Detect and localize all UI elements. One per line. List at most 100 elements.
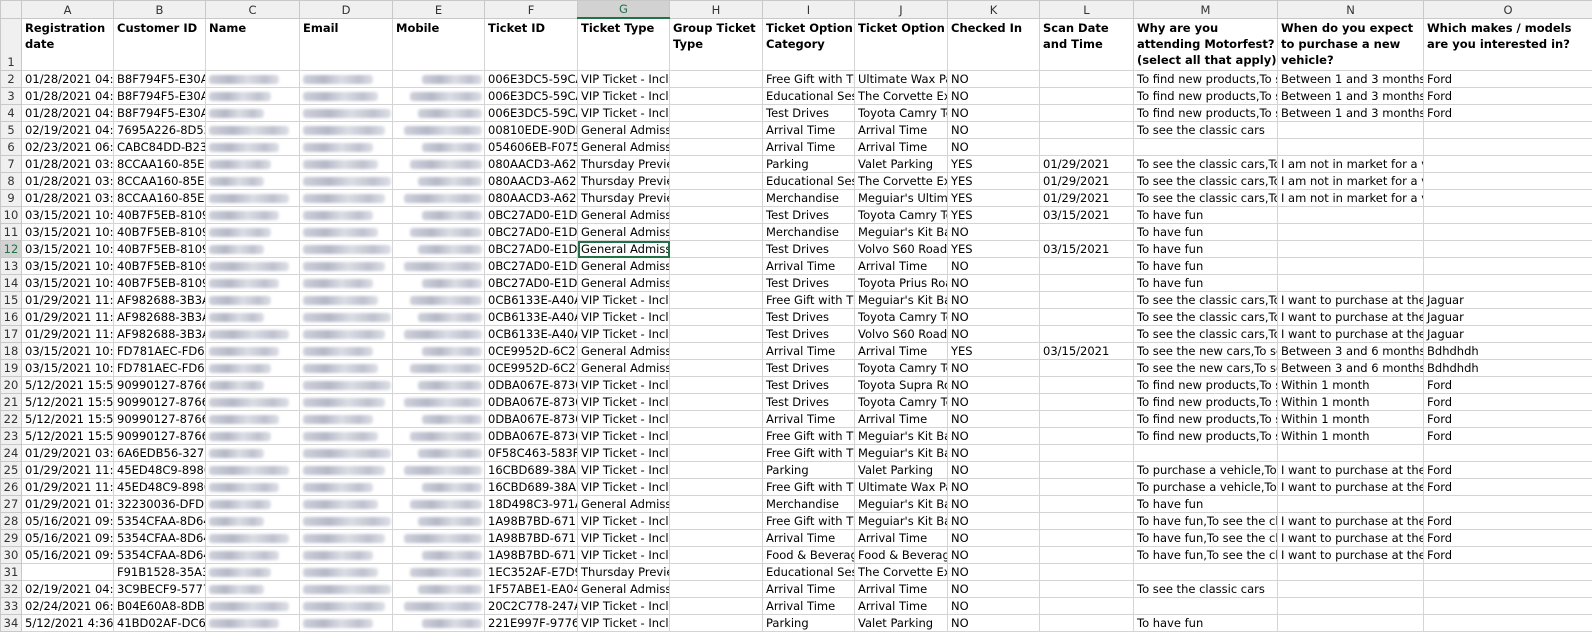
cell-j[interactable]: Toyota Camry Tes [855,207,948,224]
cell-f[interactable]: 0DBA067E-8730-4 [485,411,578,428]
redacted-cell[interactable] [300,581,393,598]
header-cell[interactable]: Ticket Option Category [763,18,855,71]
cell-k[interactable]: YES [948,190,1040,207]
redacted-cell[interactable] [206,445,300,462]
redacted-cell[interactable] [300,309,393,326]
cell-l[interactable] [1040,411,1134,428]
redacted-cell[interactable] [300,615,393,632]
cell-l[interactable] [1040,394,1134,411]
cell-j[interactable]: Arrival Time [855,258,948,275]
cell-g[interactable]: VIP Ticket - Includes Road Tests & [578,428,670,445]
cell-f[interactable]: 0CB6133E-A40A-4E [485,292,578,309]
cell-m[interactable]: To find new products,To se [1134,377,1278,394]
cell-f[interactable]: 006E3DC5-59CA-4E [485,88,578,105]
cell-n[interactable]: I want to purchase at the S [1278,326,1424,343]
cell-i[interactable]: Free Gift with Tic [763,513,855,530]
cell-f[interactable]: 0BC27AD0-E1D5-4 [485,207,578,224]
cell-m[interactable]: To have fun [1134,615,1278,632]
cell-a[interactable]: 01/29/2021 11:45 [22,309,114,326]
cell-f[interactable]: 006E3DC5-59CA-4E [485,105,578,122]
cell-m[interactable]: To have fun [1134,275,1278,292]
redacted-cell[interactable] [206,71,300,88]
cell-k[interactable]: NO [948,139,1040,156]
cell-a[interactable]: 05/16/2021 09:47 [22,513,114,530]
cell-m[interactable]: To find new products,To se [1134,394,1278,411]
row-header[interactable]: 9 [1,190,22,207]
cell-j[interactable]: Toyota Prius Roa [855,275,948,292]
row-header[interactable]: 3 [1,88,22,105]
cell-k[interactable]: NO [948,411,1040,428]
cell-o[interactable]: Ford [1424,411,1592,428]
cell-k[interactable]: NO [948,598,1040,615]
redacted-cell[interactable] [393,496,485,513]
cell-b[interactable]: 5354CFAA-8D64-4 [114,547,206,564]
redacted-cell[interactable] [300,173,393,190]
cell-o[interactable]: Jaguar [1424,309,1592,326]
cell-g[interactable]: Thursday Preview Pass [578,190,670,207]
column-header-i[interactable]: I [763,1,855,19]
cell-b[interactable]: B8F794F5-E30A-45 [114,105,206,122]
cell-m[interactable]: To have fun,To see the clas [1134,547,1278,564]
redacted-cell[interactable] [206,411,300,428]
cell-j[interactable]: Volvo S60 Road T [855,241,948,258]
cell-l[interactable] [1040,122,1134,139]
row-header[interactable]: 26 [1,479,22,496]
cell-k[interactable]: NO [948,564,1040,581]
cell-j[interactable]: Meguiar's Kit Bag [855,496,948,513]
header-cell[interactable]: Email [300,18,393,71]
cell-n[interactable]: Between 1 and 3 months [1278,88,1424,105]
redacted-cell[interactable] [300,190,393,207]
cell-h[interactable] [670,309,763,326]
cell-h[interactable] [670,207,763,224]
cell-f[interactable]: 0CB6133E-A40A-4E [485,326,578,343]
redacted-cell[interactable] [300,598,393,615]
redacted-cell[interactable] [206,139,300,156]
cell-f[interactable]: 0DBA067E-8730-4 [485,428,578,445]
cell-h[interactable] [670,377,763,394]
cell-b[interactable]: 8CCAA160-85ED-4 [114,190,206,207]
cell-b[interactable]: AF982688-3B3A-40 [114,326,206,343]
cell-a[interactable]: 01/28/2021 04:04 [22,105,114,122]
cell-n[interactable] [1278,139,1424,156]
cell-j[interactable]: Meguiar's Ultima [855,190,948,207]
cell-m[interactable]: To find new products,To se [1134,71,1278,88]
redacted-cell[interactable] [393,530,485,547]
redacted-cell[interactable] [206,122,300,139]
cell-l[interactable] [1040,513,1134,530]
cell-o[interactable]: Ford [1424,547,1592,564]
row-header[interactable]: 10 [1,207,22,224]
cell-o[interactable] [1424,258,1592,275]
cell-m[interactable]: To have fun [1134,224,1278,241]
redacted-cell[interactable] [206,598,300,615]
cell-l[interactable] [1040,615,1134,632]
cell-a[interactable]: 5/12/2021 15:55 [22,377,114,394]
row-header[interactable]: 14 [1,275,22,292]
redacted-cell[interactable] [300,411,393,428]
row-header[interactable]: 23 [1,428,22,445]
cell-g[interactable]: VIP Ticket - Includes Road Tests & [578,479,670,496]
cell-l[interactable]: 01/29/2021 [1040,173,1134,190]
cell-n[interactable]: Between 1 and 3 months [1278,105,1424,122]
redacted-cell[interactable] [393,445,485,462]
cell-b[interactable]: 7695A226-8D52-40 [114,122,206,139]
cell-l[interactable] [1040,462,1134,479]
cell-i[interactable]: Free Gift with Tic [763,292,855,309]
cell-g[interactable]: General Admission Adult - 2 Day P [578,224,670,241]
cell-h[interactable] [670,139,763,156]
cell-h[interactable] [670,173,763,190]
cell-b[interactable]: CABC84DD-B238-4 [114,139,206,156]
cell-o[interactable]: Bdhdhdh [1424,360,1592,377]
column-header-m[interactable]: M [1134,1,1278,19]
cell-f[interactable]: 1A98B7BD-671B-4 [485,547,578,564]
cell-a[interactable]: 03/15/2021 10:24 [22,258,114,275]
cell-f[interactable]: 080AACD3-A625-4 [485,173,578,190]
row-header[interactable]: 6 [1,139,22,156]
cell-h[interactable] [670,360,763,377]
redacted-cell[interactable] [393,343,485,360]
cell-l[interactable]: 01/29/2021 [1040,190,1134,207]
cell-f[interactable]: 20C2C778-247A-4 [485,598,578,615]
cell-m[interactable]: To see the classic cars [1134,122,1278,139]
row-header[interactable]: 31 [1,564,22,581]
redacted-cell[interactable] [300,88,393,105]
cell-b[interactable]: FD781AEC-FD61-4 [114,343,206,360]
